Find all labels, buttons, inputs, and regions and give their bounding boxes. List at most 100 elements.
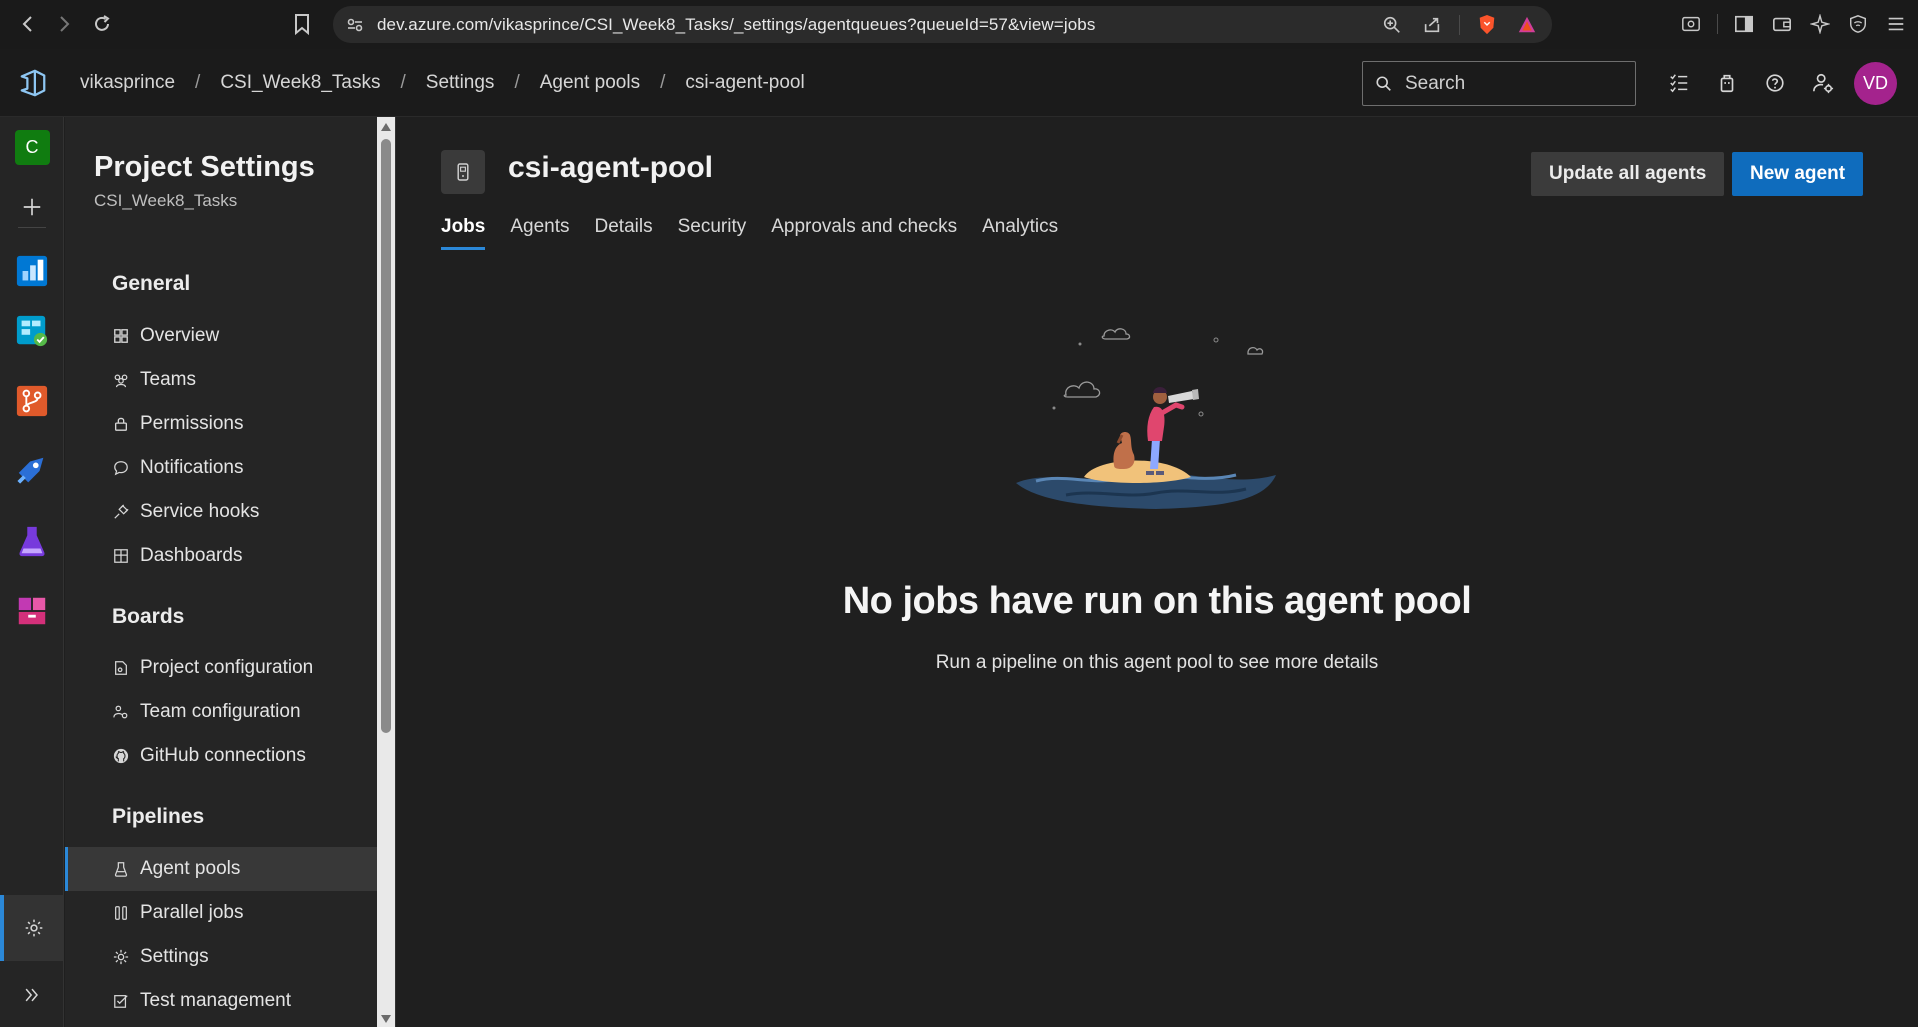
sidebar-toggle-icon[interactable] xyxy=(1732,11,1756,37)
reload-icon[interactable] xyxy=(84,6,120,42)
url-divider xyxy=(1459,15,1460,35)
rewards-icon[interactable] xyxy=(1514,12,1540,38)
back-icon[interactable] xyxy=(10,6,46,42)
group-heading-general: General xyxy=(112,272,191,295)
avatar[interactable]: VD xyxy=(1854,62,1897,105)
sidebar-item-label: Dashboards xyxy=(140,545,243,566)
sidebar-item-notifications[interactable]: Notifications xyxy=(65,446,377,490)
sidebar-item-settings[interactable]: Settings xyxy=(65,935,377,979)
breadcrumb: vikasprince / CSI_Week8_Tasks / Settings… xyxy=(66,72,819,94)
sidebar-item-label: Settings xyxy=(140,946,209,967)
overview-icon xyxy=(112,327,130,345)
task-list-icon[interactable] xyxy=(1666,69,1692,97)
main-content: csi-agent-pool Update all agents New age… xyxy=(396,117,1918,1027)
repos-hub-icon[interactable] xyxy=(0,371,64,431)
project-switcher[interactable]: C xyxy=(0,117,64,177)
breadcrumb-agent-pools[interactable]: Agent pools xyxy=(526,72,654,94)
project-settings-sidebar: Project Settings CSI_Week8_Tasks General… xyxy=(65,117,377,1027)
breadcrumb-current-pool[interactable]: csi-agent-pool xyxy=(671,72,818,94)
tab-approvals-and-checks[interactable]: Approvals and checks xyxy=(771,216,957,250)
sidebar-item-agent-pools[interactable]: Agent pools xyxy=(65,847,377,891)
tab-security[interactable]: Security xyxy=(678,216,747,250)
sidebar-item-label: Notifications xyxy=(140,457,244,478)
scroll-down-arrow-icon[interactable] xyxy=(381,1015,391,1023)
site-settings-icon[interactable] xyxy=(345,15,365,35)
search-box[interactable] xyxy=(1362,61,1636,106)
test-plans-hub-icon[interactable] xyxy=(0,511,64,571)
gear-icon xyxy=(112,948,130,966)
azure-devops-logo-icon[interactable] xyxy=(0,49,66,117)
breadcrumb-project[interactable]: CSI_Week8_Tasks xyxy=(206,72,394,94)
vpn-icon[interactable] xyxy=(1846,11,1870,37)
sidebar-item-github-connections[interactable]: GitHub connections xyxy=(65,734,377,778)
scroll-up-arrow-icon[interactable] xyxy=(381,123,391,131)
sidebar-item-test-management[interactable]: Test management xyxy=(65,979,377,1023)
sidebar-title: Project Settings xyxy=(94,151,315,183)
search-icon xyxy=(1375,75,1393,93)
empty-state-title: No jobs have run on this agent pool xyxy=(842,580,1472,622)
expand-rail-icon[interactable] xyxy=(0,965,64,1025)
new-item-button[interactable] xyxy=(0,177,64,237)
rail-divider xyxy=(18,227,46,228)
sidebar-item-dashboards[interactable]: Dashboards xyxy=(65,534,377,578)
scrollbar-thumb[interactable] xyxy=(381,139,391,733)
empty-state-illustration xyxy=(1016,328,1276,509)
sidebar-item-label: Agent pools xyxy=(140,858,241,879)
pool-tabs: Jobs Agents Details Security Approvals a… xyxy=(441,216,1058,250)
wallet-icon[interactable] xyxy=(1770,11,1794,37)
zoom-icon[interactable] xyxy=(1379,12,1405,38)
marketplace-bag-icon[interactable] xyxy=(1714,69,1740,97)
sidebar-item-overview[interactable]: Overview xyxy=(65,314,377,358)
sidebar-scrollbar[interactable] xyxy=(377,117,395,1027)
dashboard-icon xyxy=(112,547,130,565)
forward-icon[interactable] xyxy=(46,6,82,42)
group-heading-pipelines: Pipelines xyxy=(112,805,205,828)
share-icon[interactable] xyxy=(1419,12,1445,38)
sidebar-item-label: Permissions xyxy=(140,413,244,434)
artifacts-hub-icon[interactable] xyxy=(0,581,64,641)
breadcrumb-organization[interactable]: vikasprince xyxy=(66,72,189,94)
chat-icon xyxy=(112,459,130,477)
group-heading-boards: Boards xyxy=(112,605,185,628)
breadcrumb-settings[interactable]: Settings xyxy=(412,72,509,94)
bookmark-icon[interactable] xyxy=(292,12,318,38)
sidebar-item-permissions[interactable]: Permissions xyxy=(65,402,377,446)
leo-ai-icon[interactable] xyxy=(1808,11,1832,37)
parallel-icon xyxy=(112,904,130,922)
sidebar-item-service-hooks[interactable]: Service hooks xyxy=(65,490,377,534)
tab-jobs[interactable]: Jobs xyxy=(441,216,486,250)
sidebar-item-project-configuration[interactable]: Project configuration xyxy=(65,646,377,690)
pipelines-hub-icon[interactable] xyxy=(0,441,64,501)
sidebar-subtitle: CSI_Week8_Tasks xyxy=(94,191,238,210)
user-settings-icon[interactable] xyxy=(1810,69,1836,97)
address-bar[interactable]: dev.azure.com/vikasprince/CSI_Week8_Task… xyxy=(333,6,1552,43)
help-icon[interactable] xyxy=(1762,69,1788,97)
breadcrumb-separator: / xyxy=(195,71,201,93)
screenshot-icon[interactable] xyxy=(1679,11,1703,37)
teams-icon xyxy=(112,371,130,389)
agent-pool-device-icon xyxy=(441,150,485,194)
sidebar-item-label: Teams xyxy=(140,369,196,390)
github-icon xyxy=(112,747,130,765)
overview-hub-icon[interactable] xyxy=(0,241,64,301)
browser-toolbar: dev.azure.com/vikasprince/CSI_Week8_Task… xyxy=(0,0,1918,49)
brave-shield-icon[interactable] xyxy=(1474,12,1500,38)
search-input[interactable] xyxy=(1405,72,1605,95)
sidebar-item-parallel-jobs[interactable]: Parallel jobs xyxy=(65,891,377,935)
sidebar-item-label: Test management xyxy=(140,990,292,1011)
tab-agents[interactable]: Agents xyxy=(510,216,569,250)
empty-state-subtitle: Run a pipeline on this agent pool to see… xyxy=(935,652,1379,673)
update-all-agents-button[interactable]: Update all agents xyxy=(1531,152,1725,196)
new-agent-button[interactable]: New agent xyxy=(1732,152,1864,196)
project-settings-gear-icon[interactable] xyxy=(0,895,64,961)
tab-analytics[interactable]: Analytics xyxy=(982,216,1058,250)
sidebar-item-team-configuration[interactable]: Team configuration xyxy=(65,690,377,734)
sidebar-item-label: Parallel jobs xyxy=(140,902,244,923)
tab-details[interactable]: Details xyxy=(595,216,653,250)
sidebar-item-teams[interactable]: Teams xyxy=(65,358,377,402)
boards-hub-icon[interactable] xyxy=(0,301,64,361)
url-text[interactable]: dev.azure.com/vikasprince/CSI_Week8_Task… xyxy=(377,15,1095,35)
sidebar-item-label: Service hooks xyxy=(140,501,260,522)
left-navigation-rail: C xyxy=(0,117,64,1027)
menu-icon[interactable] xyxy=(1884,11,1908,37)
